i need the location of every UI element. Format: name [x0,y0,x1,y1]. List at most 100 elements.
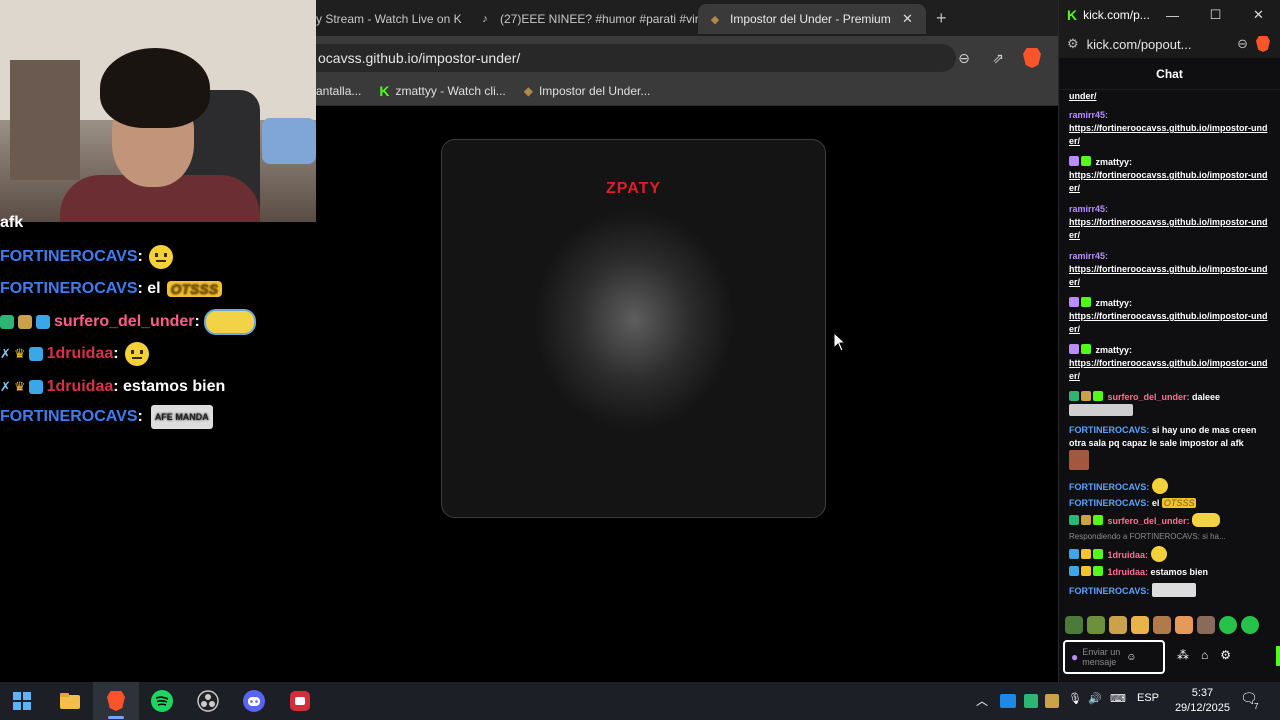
chat-link[interactable]: https://fortineroocavss.github.io/impost… [1069,264,1268,287]
chat-username[interactable]: ramirr45: [1069,110,1108,120]
chat-input[interactable]: ● Enviar un mensaje ☺ [1063,640,1165,674]
share-icon[interactable]: ⇗ [988,48,1008,68]
chat-username[interactable]: surfero_del_under: [1108,392,1190,402]
sub-badge-icon [1093,391,1103,401]
overlay-chat-message: surfero_del_under: [0,309,256,335]
frog-emote-icon[interactable] [1087,616,1105,634]
chat-emote-icon [1069,450,1089,470]
chat-username[interactable]: FORTINEROCAVS: [1069,586,1149,596]
chat-username[interactable]: zmattyy: [1096,298,1133,308]
badge-icon [36,315,50,329]
game-card[interactable]: ZPATY [441,139,826,518]
site-settings-icon[interactable]: ⚙ [1067,36,1079,52]
overlay-chat-message: FORTINEROCAVS: [0,244,173,270]
green-emote-icon[interactable] [1219,616,1237,634]
chat-username[interactable]: surfero_del_under: [1108,516,1190,526]
chat-username[interactable]: ramirr45: [1069,204,1108,214]
afe-manda-emote-icon: AFE MANDA [150,405,213,429]
reply-text: Respondiendo a FORTINEROCAVS: si ha... [1069,532,1226,541]
badge-icon [1069,549,1079,559]
brave-shield-icon[interactable] [1022,48,1042,68]
chat-username[interactable]: zmattyy: [1096,345,1133,355]
start-icon[interactable] [8,688,36,714]
overlay-afk-text: afk [0,214,24,231]
discord-icon[interactable] [240,688,268,714]
file-explorer-icon[interactable] [56,688,84,714]
chat-link[interactable]: https://fortineroocavss.github.io/impost… [1069,311,1268,334]
chat-link[interactable]: https://fortineroocavss.github.io/impost… [1069,123,1268,146]
chat-username[interactable]: ramirr45: [1069,251,1108,261]
tab-close-icon[interactable]: ✕ [902,11,913,27]
spotify-icon[interactable] [148,688,176,714]
new-tab-button[interactable]: + [936,8,947,29]
crown-badge-icon: ♛ [13,379,26,394]
overlay-text: el [142,280,161,297]
webcam-cloth [262,118,316,164]
tab-tiktok[interactable]: ♪ (27)EEE NINEE? #humor #parati #vira [468,4,698,34]
active-indicator [108,716,124,719]
tiktok-icon: ♪ [482,13,488,25]
users-icon[interactable]: ⁂ [1177,648,1189,662]
chat-message: ramirr45: https://fortineroocavss.github.… [1069,109,1269,148]
emote-icon[interactable] [1109,616,1127,634]
afe-manda-emote-icon [1151,583,1196,597]
tray-expand-icon[interactable]: ︿ [976,692,988,709]
chat-link[interactable]: https://fortineroocavss.github.io/impost… [1069,358,1268,381]
brave-shield-icon[interactable] [1256,36,1270,52]
chat-emote-icon [1069,404,1133,416]
brave-icon[interactable] [102,688,130,714]
emote-icon[interactable] [1197,616,1215,634]
bookmark-zmattyy[interactable]: Kzmattyy - Watch cli... [379,83,505,99]
sub-badge-icon [1093,549,1103,559]
store-icon[interactable]: ⌂ [1201,648,1208,662]
clock[interactable]: 5:37 29/12/2025 [1175,686,1230,716]
bookmark-pantalla[interactable]: antalla... [316,84,361,98]
overlay-username: 1druidaa [46,378,114,395]
settings-icon[interactable]: ⚙ [1220,648,1231,662]
chat-message: FORTINEROCAVS: el OTSSS [1069,497,1269,510]
maximize-button[interactable]: ☐ [1194,7,1237,23]
emote-picker-icon[interactable]: ☺ [1126,652,1136,663]
chat-message: FORTINEROCAVS: [1069,583,1269,598]
overlay-chat-message: FORTINEROCAVS: el OTSSS [0,276,223,302]
microphone-icon[interactable]: 🎙 [1068,692,1082,705]
zoom-icon[interactable]: ⊖ [954,48,974,68]
language-indicator[interactable]: ESP [1137,692,1159,704]
chat-username[interactable]: 1druidaa: [1108,567,1149,577]
network-icon[interactable]: ⌨ [1110,692,1126,705]
green-emote-icon[interactable] [1241,616,1259,634]
chat-link[interactable]: under/ [1069,91,1097,101]
minion-emote-icon [203,309,256,335]
chat-username[interactable]: zmattyy: [1096,157,1133,167]
tray-app-icon[interactable] [1024,694,1038,708]
overlay-chat-message: FORTINEROCAVS: AFE MANDA [0,404,213,430]
obs-icon[interactable] [194,688,222,714]
minimize-button[interactable]: — [1151,8,1194,23]
chat-username[interactable]: FORTINEROCAVS: [1069,482,1149,492]
tab-impostor-del-under[interactable]: ◆ Impostor del Under - Premium E ✕ [698,4,926,34]
bookmark-impostor[interactable]: ◆ Impostor del Under... [524,84,651,98]
chat-link[interactable]: https://fortineroocavss.github.io/impost… [1069,170,1268,193]
tray-app-icon[interactable] [1045,694,1059,708]
chat-username[interactable]: FORTINEROCAVS: [1069,425,1149,435]
mic-icon[interactable]: ● [1071,650,1078,664]
volume-icon[interactable]: 🔊 [1088,692,1102,705]
app-red-icon[interactable] [286,688,314,714]
webcam-overlay [0,0,316,222]
chat-link[interactable]: https://fortineroocavss.github.io/impost… [1069,217,1268,240]
cat-emote-icon[interactable] [1153,616,1171,634]
close-button[interactable]: ✕ [1237,7,1280,23]
zoom-icon[interactable]: ⊖ [1237,36,1248,52]
emote-icon[interactable] [1175,616,1193,634]
chat-username[interactable]: 1druidaa: [1108,550,1149,560]
emote-icon[interactable] [1131,616,1149,634]
game-icon: ◆ [710,13,720,26]
chat-username[interactable]: FORTINEROCAVS: [1069,498,1149,508]
tab-kick-stream[interactable]: y Stream - Watch Live on K [316,4,462,34]
url-field[interactable]: ocavss.github.io/impostor-under/ [316,44,956,72]
chat-message: zmattyy: https://fortineroocavss.github.i… [1069,344,1269,383]
pepe-emote-icon[interactable] [1065,616,1083,634]
sub-badge-icon [1093,566,1103,576]
tray-app-icon[interactable] [1000,694,1016,708]
kick-url-field[interactable]: kick.com/popout... [1087,37,1229,52]
